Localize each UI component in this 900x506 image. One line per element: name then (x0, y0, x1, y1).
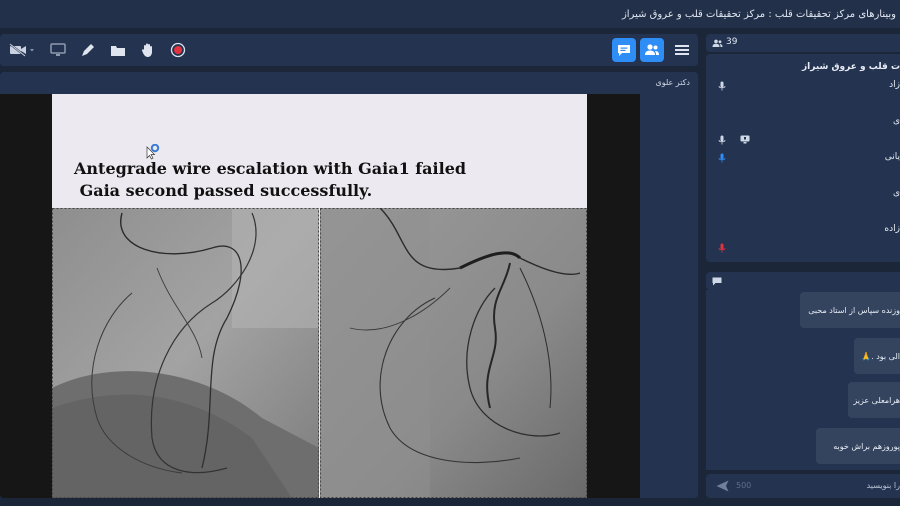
screen-share-icon (740, 135, 750, 144)
menu-button[interactable] (670, 38, 694, 62)
chat-toggle-button[interactable] (612, 38, 636, 62)
chat-messages: وزنده سپاس از استاد محبی الی بود .🙏 هرام… (706, 290, 900, 470)
slide-title: Antegrade wire escalation with Gaia1 fai… (74, 158, 466, 202)
hand-icon (141, 43, 152, 57)
chat-message: پوروزهم براش خوبه (816, 428, 900, 464)
angiogram-image-left (52, 208, 319, 498)
files-button[interactable] (106, 38, 130, 62)
title-bar: وبینارهای مرکز تحقیقات قلب : مرکز تحقیقا… (0, 0, 900, 28)
mic-muted-icon[interactable] (718, 135, 726, 145)
mic-active-icon[interactable] (718, 153, 726, 163)
slide-title-line-2: Gaia second passed successfully. (74, 181, 373, 200)
angiogram-image-right (320, 208, 587, 498)
mic-muted-red-icon[interactable] (718, 243, 726, 253)
user-name: ی (892, 116, 900, 126)
webinar-app: وبینارهای مرکز تحقیقات قلب : مرکز تحقیقا… (0, 0, 900, 506)
users-toggle-button[interactable] (640, 38, 664, 62)
chat-char-limit: 500 (736, 481, 752, 490)
camera-toggle-button[interactable] (6, 38, 38, 62)
users-icon (645, 44, 659, 55)
users-icon (712, 39, 723, 47)
user-name: یانی (884, 152, 900, 162)
chat-header (706, 272, 900, 290)
mouse-cursor-icon (146, 144, 160, 160)
presentation-stage: دکتر علوی Antegrade wire escalation with… (0, 72, 698, 498)
record-button[interactable] (166, 38, 190, 62)
user-name: ی (892, 188, 900, 198)
chat-message: هرامعلی عزیز (848, 382, 900, 418)
users-list: ت قلب و عروق شیراز زاد ی یانی ی زاده (706, 54, 900, 262)
toolbar (0, 34, 698, 66)
window-title: وبینارهای مرکز تحقیقات قلب : مرکز تحقیقا… (621, 8, 896, 20)
menu-icon (675, 45, 689, 55)
folder-icon (111, 46, 125, 56)
slide-title-line-1: Antegrade wire escalation with Gaia1 fai… (74, 159, 467, 178)
chat-input[interactable]: 500 را بنویسید (706, 474, 900, 498)
record-icon (170, 42, 186, 58)
users-header: 39 (706, 34, 900, 52)
users-group-header: ت قلب و عروق شیراز (801, 62, 900, 72)
chat-message: وزنده سپاس از استاد محبی (800, 292, 900, 328)
camera-off-icon (9, 43, 34, 57)
presenter-name: دکتر علوی (655, 78, 690, 87)
screen-share-button[interactable] (46, 38, 70, 62)
chat-placeholder: را بنویسید (866, 481, 900, 490)
chat-icon (618, 45, 630, 56)
user-name: زاد (889, 80, 900, 90)
user-name: زاده (884, 224, 900, 234)
users-count: 39 (726, 37, 738, 47)
presentation-slide: Antegrade wire escalation with Gaia1 fai… (52, 94, 587, 498)
annotate-button[interactable] (76, 38, 100, 62)
chat-icon (712, 277, 722, 286)
send-icon[interactable] (716, 480, 729, 492)
screen-share-icon (50, 43, 66, 56)
shared-screen: Antegrade wire escalation with Gaia1 fai… (0, 94, 640, 498)
mic-muted-icon[interactable] (718, 81, 726, 91)
pen-icon (82, 44, 94, 56)
chat-message: الی بود .🙏 (854, 338, 900, 374)
raise-hand-button[interactable] (136, 38, 160, 62)
